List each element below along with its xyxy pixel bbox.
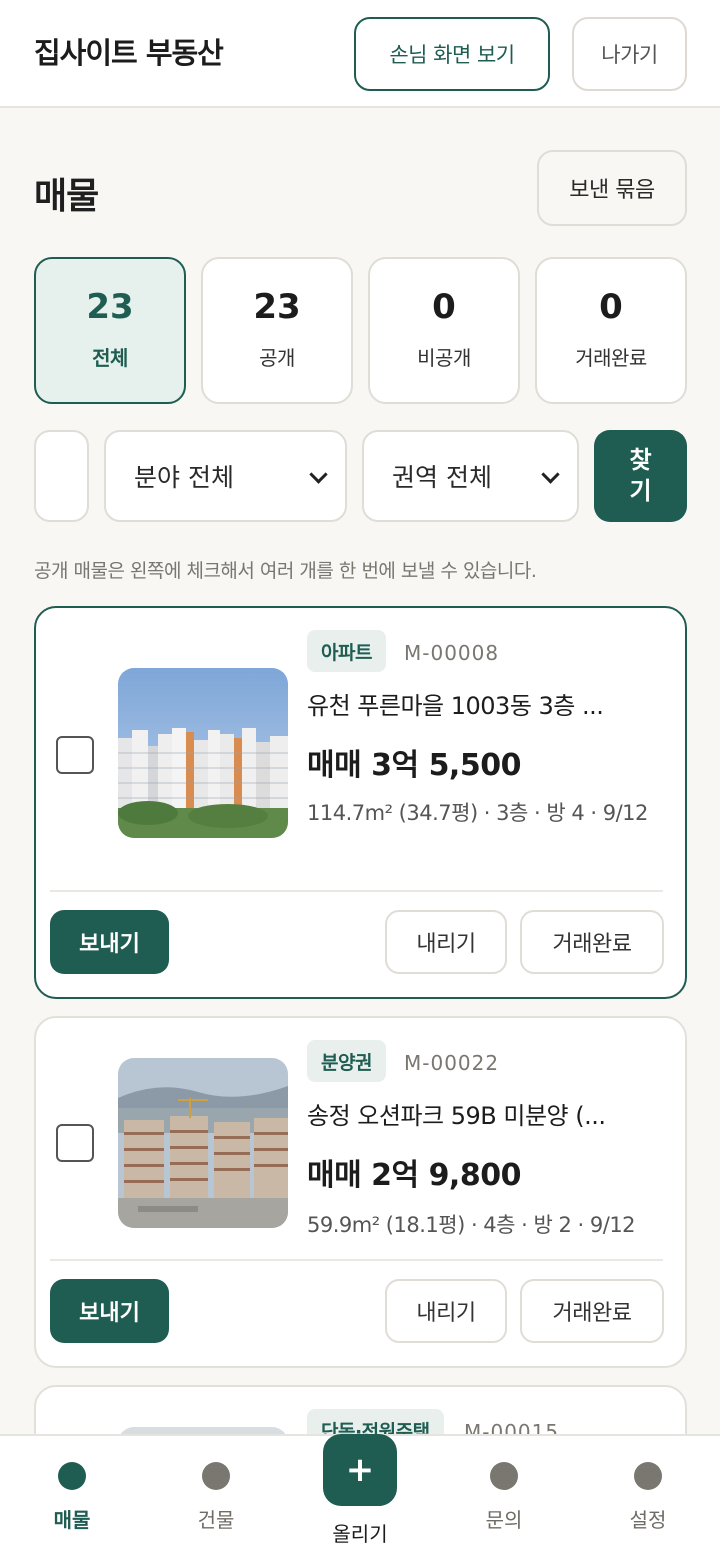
app-title: 집사이트 부동산 bbox=[34, 36, 224, 70]
stat-tab-private[interactable]: 0 비공개 bbox=[368, 257, 520, 404]
nav-item-buildings[interactable]: 건물 bbox=[144, 1436, 288, 1558]
nav-label: 설정 bbox=[629, 1508, 667, 1532]
nav-item-inquiries[interactable]: 문의 bbox=[432, 1436, 576, 1558]
category-tag: 분양권 bbox=[307, 1040, 386, 1082]
listing-photo[interactable] bbox=[118, 668, 288, 838]
nav-item-post[interactable]: + 올리기 bbox=[288, 1434, 432, 1558]
search-input[interactable] bbox=[34, 430, 89, 522]
stat-count: 0 bbox=[432, 287, 456, 327]
listing-meta: 114.7m² (34.7평) · 3층 · 방 4 · 9/12 bbox=[307, 801, 648, 825]
stat-label: 비공개 bbox=[417, 346, 471, 370]
buildings-icon bbox=[202, 1462, 230, 1490]
listing-photo[interactable] bbox=[118, 1058, 288, 1228]
nav-label: 매물 bbox=[53, 1508, 91, 1532]
mark-complete-button[interactable]: 거래완료 bbox=[520, 910, 664, 974]
inquiries-icon bbox=[490, 1462, 518, 1490]
stat-label: 공개 bbox=[259, 346, 295, 370]
listing-code: M-00022 bbox=[404, 1051, 500, 1075]
mark-complete-button[interactable]: 거래완료 bbox=[520, 1279, 664, 1343]
select-checkbox[interactable] bbox=[56, 1124, 94, 1162]
stat-tab-completed[interactable]: 0 거래완료 bbox=[535, 257, 687, 404]
guest-view-button[interactable]: 손님 화면 보기 bbox=[354, 17, 550, 91]
field-select-value: 분야 전체 bbox=[134, 463, 234, 492]
hint-text: 공개 매물은 왼쪽에 체크해서 여러 개를 한 번에 보낼 수 있습니다. bbox=[34, 560, 537, 582]
stat-label: 전체 bbox=[92, 346, 128, 370]
plus-icon[interactable]: + bbox=[323, 1434, 397, 1506]
listing-title[interactable]: 송정 오션파크 59B 미분양 (... bbox=[307, 1096, 662, 1131]
chevron-down-icon bbox=[309, 465, 328, 484]
chevron-down-icon bbox=[541, 465, 560, 484]
send-button[interactable]: 보내기 bbox=[50, 1279, 169, 1343]
stat-tab-all[interactable]: 23 전체 bbox=[34, 257, 186, 404]
app-header: 집사이트 부동산 손님 화면 보기 나가기 bbox=[0, 0, 720, 108]
select-checkbox[interactable] bbox=[56, 736, 94, 774]
send-button[interactable]: 보내기 bbox=[50, 910, 169, 974]
settings-icon bbox=[634, 1462, 662, 1490]
region-select-value: 권역 전체 bbox=[392, 463, 492, 492]
listing-price: 매매 3억 5,500 bbox=[307, 748, 521, 783]
listing-card: 아파트 M-00008 유천 푸른마을 1003동 3층 ... 매매 3억 5… bbox=[34, 606, 687, 999]
listing-card: 분양권 M-00022 송정 오션파크 59B 미분양 (... 매매 2억 9… bbox=[34, 1016, 687, 1368]
category-tag: 아파트 bbox=[307, 630, 386, 672]
listing-meta: 59.9m² (18.1평) · 4층 · 방 2 · 9/12 bbox=[307, 1213, 636, 1237]
sent-bundle-button[interactable]: 보낸 묶음 bbox=[537, 150, 687, 226]
field-select[interactable]: 분야 전체 bbox=[104, 430, 347, 522]
bottom-nav: 매물 건물 + 올리기 문의 설정 bbox=[0, 1434, 720, 1558]
nav-item-settings[interactable]: 설정 bbox=[576, 1436, 720, 1558]
listings-icon bbox=[58, 1462, 86, 1490]
divider bbox=[50, 890, 663, 892]
stat-count: 0 bbox=[599, 287, 623, 327]
unlist-button[interactable]: 내리기 bbox=[385, 910, 507, 974]
listing-title[interactable]: 유천 푸른마을 1003동 3층 ... bbox=[307, 686, 662, 721]
listing-code: M-00008 bbox=[404, 641, 500, 665]
divider bbox=[50, 1259, 663, 1261]
nav-label: 문의 bbox=[485, 1508, 523, 1532]
find-button[interactable]: 찾기 bbox=[594, 430, 687, 522]
listing-price: 매매 2억 9,800 bbox=[307, 1158, 521, 1193]
nav-label: 건물 bbox=[197, 1508, 235, 1532]
page-title: 매물 bbox=[34, 176, 99, 217]
nav-item-listings[interactable]: 매물 bbox=[0, 1436, 144, 1558]
region-select[interactable]: 권역 전체 bbox=[362, 430, 579, 522]
stat-count: 23 bbox=[253, 287, 301, 327]
unlist-button[interactable]: 내리기 bbox=[385, 1279, 507, 1343]
stat-count: 23 bbox=[86, 287, 134, 327]
stat-tab-public[interactable]: 23 공개 bbox=[201, 257, 353, 404]
stat-label: 거래완료 bbox=[575, 346, 647, 370]
nav-label: 올리기 bbox=[332, 1522, 388, 1546]
exit-button[interactable]: 나가기 bbox=[572, 17, 687, 91]
